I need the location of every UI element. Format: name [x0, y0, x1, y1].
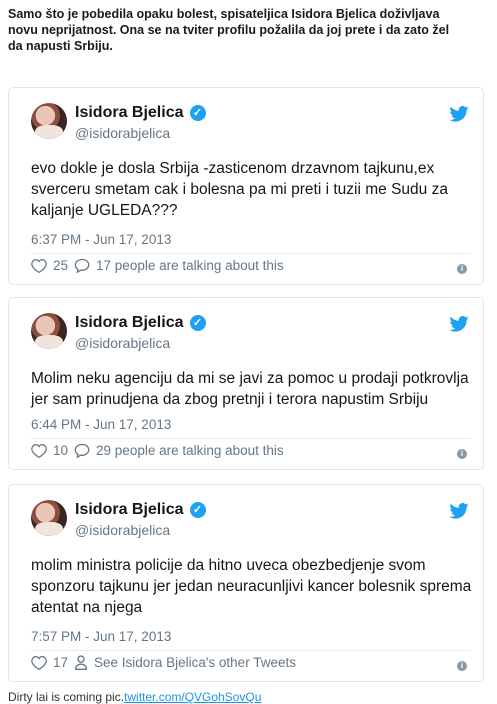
heart-icon[interactable] — [31, 443, 47, 458]
article-intro: Samo što je pobedila opaku bolest, spisa… — [8, 6, 494, 54]
footer-link[interactable]: twitter.com/QVGohSovQu — [124, 690, 261, 704]
tweet-timestamp[interactable]: 7:57 PM - Jun 17, 2013 — [31, 629, 171, 644]
author-name-row[interactable]: Isidora Bjelica ✓ — [75, 104, 206, 122]
like-count[interactable]: 25 — [53, 258, 68, 273]
author-handle[interactable]: @isidorabjelica — [75, 335, 170, 351]
like-count[interactable]: 17 — [53, 655, 68, 670]
tweet-text: molim ministra policije da hitno uveca o… — [31, 557, 472, 616]
author-name[interactable]: Isidora Bjelica — [75, 314, 184, 332]
tweet-timestamp[interactable]: 6:37 PM - Jun 17, 2013 — [31, 232, 171, 247]
tweet-timestamp[interactable]: 6:44 PM - Jun 17, 2013 — [31, 417, 171, 432]
info-icon[interactable]: i — [457, 449, 467, 459]
verified-icon: ✓ — [189, 105, 206, 121]
tweet-actions: 10 29 people are talking about this — [31, 443, 284, 458]
author-name-row[interactable]: Isidora Bjelica ✓ — [75, 501, 206, 519]
twitter-bird-icon[interactable] — [449, 106, 469, 122]
verified-icon: ✓ — [189, 502, 206, 518]
twitter-bird-icon[interactable] — [449, 316, 469, 332]
tweet-actions: 25 17 people are talking about this — [31, 258, 284, 273]
footer-text: Dirty lai is coming pic.twitter.com/QVGo… — [8, 690, 261, 704]
intro-line: da napusti Srbiju. — [8, 39, 113, 53]
tweet-text: Molim neku agenciju da mi se javi za pom… — [31, 370, 469, 408]
tweet-card[interactable]: Isidora Bjelica ✓ @isidorabjelica Molim … — [8, 297, 484, 470]
conversation-link[interactable]: 29 people are talking about this — [96, 443, 284, 458]
heart-icon[interactable] — [31, 258, 47, 273]
conversation-link[interactable]: 17 people are talking about this — [96, 258, 284, 273]
tweet-actions: 17 See Isidora Bjelica's other Tweets — [31, 655, 296, 670]
verified-icon: ✓ — [189, 315, 206, 331]
avatar[interactable] — [31, 313, 67, 349]
avatar[interactable] — [31, 103, 67, 139]
heart-icon[interactable] — [31, 655, 47, 670]
other-tweets-link[interactable]: See Isidora Bjelica's other Tweets — [94, 655, 296, 670]
like-count[interactable]: 10 — [53, 443, 68, 458]
author-name[interactable]: Isidora Bjelica — [75, 501, 184, 519]
author-name[interactable]: Isidora Bjelica — [75, 104, 184, 122]
author-name-row[interactable]: Isidora Bjelica ✓ — [75, 314, 206, 332]
divider — [31, 438, 471, 439]
info-icon[interactable]: i — [457, 264, 467, 274]
intro-line: novu neprijatnost. Ona se na tviter prof… — [8, 23, 450, 37]
divider — [31, 253, 471, 254]
person-icon[interactable] — [74, 655, 88, 670]
intro-line: Samo što je pobedila opaku bolest, spisa… — [8, 7, 440, 21]
footer-caption: Dirty lai is coming pic. — [8, 690, 125, 704]
twitter-bird-icon[interactable] — [449, 503, 469, 519]
reply-bubble-icon[interactable] — [74, 443, 90, 458]
avatar[interactable] — [31, 500, 67, 536]
author-handle[interactable]: @isidorabjelica — [75, 522, 170, 538]
info-icon[interactable]: i — [457, 661, 467, 671]
author-handle[interactable]: @isidorabjelica — [75, 125, 170, 141]
tweet-card[interactable]: Isidora Bjelica ✓ @isidorabjelica molim … — [8, 484, 484, 682]
divider — [31, 650, 471, 651]
tweet-card[interactable]: Isidora Bjelica ✓ @isidorabjelica evo do… — [8, 87, 484, 285]
tweet-text: evo dokle je dosla Srbija -zasticenom dr… — [31, 160, 448, 219]
reply-bubble-icon[interactable] — [74, 258, 90, 273]
